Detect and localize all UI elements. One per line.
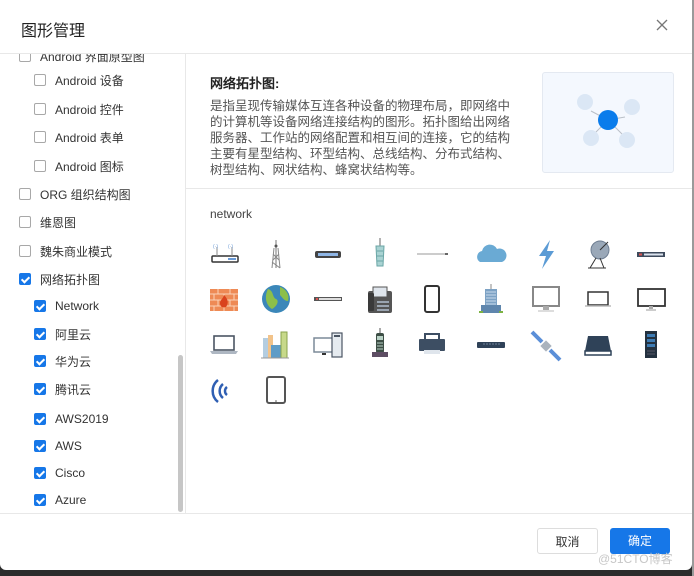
tree-item-checkbox[interactable] (19, 216, 31, 228)
office-building-icon[interactable] (471, 281, 511, 317)
tree-item[interactable]: Android 设备 (34, 70, 124, 90)
svg-text:(·): (·) (228, 244, 233, 250)
tree-item[interactable]: Cisco (34, 463, 85, 483)
tree-item-label: Network (55, 299, 100, 313)
tree-item-label: Azure (55, 493, 87, 507)
tree-item[interactable]: Azure (34, 490, 86, 510)
firewall-icon[interactable] (204, 281, 244, 317)
tree-item-checkbox[interactable] (34, 160, 46, 172)
printer-icon[interactable] (412, 326, 452, 362)
dialog-header: 图形管理 (0, 0, 692, 54)
tree-item[interactable]: AWS2019 (34, 409, 109, 429)
monitor-icon[interactable] (631, 281, 671, 317)
tree-item-label: AWS (55, 439, 82, 453)
network-topology-icon (577, 94, 640, 148)
tree-item-label: ORG 组织结构图 (40, 187, 131, 202)
tree-item-label: Android 图标 (55, 159, 124, 174)
tree-item[interactable]: 华为云 (34, 351, 91, 371)
laptop-screen-icon[interactable] (578, 281, 618, 317)
tree-item-label: 腾讯云 (55, 382, 92, 397)
tree-item[interactable]: Android 界面原型图 (19, 54, 145, 66)
smartphone-icon[interactable] (412, 281, 452, 317)
tree-item-checkbox[interactable] (34, 355, 46, 367)
category-tree: Android 界面原型图 Android 设备 Android 控件 Android… (0, 54, 186, 513)
tablet-icon[interactable] (256, 372, 296, 408)
wireless-router-icon[interactable]: (·) (·) (204, 236, 244, 272)
shapes-section-title: network (210, 207, 253, 221)
tree-item-checkbox[interactable] (34, 413, 46, 425)
tree-item[interactable]: Android 图标 (34, 156, 124, 176)
tree-item-label: Android 设备 (55, 73, 124, 88)
switch-icon[interactable] (631, 236, 671, 272)
category-preview (542, 72, 674, 173)
tree-item-label: Android 界面原型图 (40, 54, 145, 64)
svg-text:(·): (·) (213, 244, 218, 250)
tree-item[interactable]: 阿里云 (34, 324, 91, 344)
tree-item-label: 华为云 (55, 354, 92, 369)
modem-icon[interactable] (308, 236, 348, 272)
tree-item-checkbox[interactable] (34, 300, 46, 312)
cloud-icon[interactable] (471, 236, 511, 272)
tree-item[interactable]: Network (34, 296, 99, 316)
tree-item-checkbox[interactable] (34, 328, 46, 340)
server-rack-icon[interactable] (631, 326, 671, 362)
tree-item-label: 阿里云 (55, 327, 92, 342)
radio-tower-icon[interactable] (256, 236, 296, 272)
shape-manager-dialog: 图形管理 Android 界面原型图 Android 设备 Android 控件 An… (0, 0, 692, 570)
tree-scrollbar[interactable] (178, 355, 183, 512)
tree-item[interactable]: Android 表单 (34, 127, 124, 147)
tree-item-label: 网络拓扑图 (40, 272, 101, 287)
tree-item-checkbox[interactable] (34, 74, 46, 86)
tree-item-checkbox[interactable] (19, 273, 31, 285)
globe-icon[interactable] (256, 281, 296, 317)
imac-monitor-icon[interactable] (526, 281, 566, 317)
laptop-icon[interactable] (204, 326, 244, 362)
tree-item-checkbox[interactable] (34, 383, 46, 395)
tree-item-checkbox[interactable] (19, 54, 31, 62)
tree-item-label: Android 表单 (55, 130, 124, 145)
patch-panel-icon[interactable] (308, 281, 348, 317)
watermark: @51CTO博客 (598, 552, 673, 566)
dialog-title: 图形管理 (21, 23, 86, 40)
tree-item-checkbox[interactable] (34, 467, 46, 479)
tree-item-label: AWS2019 (55, 412, 109, 426)
tree-item[interactable]: 网络拓扑图 (19, 269, 100, 289)
tree-item-label: Cisco (55, 466, 86, 480)
category-title: 网络拓扑图: (210, 76, 280, 91)
lightning-icon[interactable] (526, 236, 566, 272)
desktop-pc-icon[interactable] (308, 326, 348, 362)
tree-item-checkbox[interactable] (19, 245, 31, 257)
category-description: 是指呈现传输媒体互连各种设备的物理布局，即网络中的计算机等设备网络连接结构的图形… (210, 99, 511, 177)
tree-item[interactable]: ORG 组织结构图 (19, 184, 131, 204)
scanner-icon[interactable] (578, 326, 618, 362)
tree-item-checkbox[interactable] (19, 188, 31, 200)
tree-item-label: 维恩图 (40, 215, 77, 230)
city-buildings-icon[interactable] (256, 326, 296, 362)
tree-item-label: 魏朱商业模式 (40, 244, 113, 259)
satellite-icon[interactable] (526, 326, 566, 362)
tree-item-checkbox[interactable] (34, 103, 46, 115)
dialog-footer: 取消 确定 (0, 513, 692, 570)
tree-item-checkbox[interactable] (34, 440, 46, 452)
category-info: 网络拓扑图: 是指呈现传输媒体互连各种设备的物理布局，即网络中的计算机等设备网络… (186, 54, 692, 189)
cancel-button[interactable]: 取消 (537, 528, 598, 554)
cordless-phone-icon[interactable] (360, 326, 400, 362)
tree-item[interactable]: 维恩图 (19, 212, 76, 232)
close-icon[interactable] (654, 17, 670, 33)
detail-panel: 网络拓扑图: 是指呈现传输媒体互连各种设备的物理布局，即网络中的计算机等设备网络… (186, 54, 692, 513)
cable-icon[interactable] (412, 236, 452, 272)
fax-phone-icon[interactable] (360, 281, 400, 317)
tree-item-checkbox[interactable] (34, 494, 46, 506)
wifi-signal-icon[interactable] (204, 372, 244, 408)
cell-tower-icon[interactable] (360, 236, 400, 272)
tree-item[interactable]: Android 控件 (34, 99, 124, 119)
tree-item[interactable]: 腾讯云 (34, 379, 91, 399)
tree-item-checkbox[interactable] (34, 131, 46, 143)
tree-item-label: Android 控件 (55, 102, 124, 117)
hub-icon[interactable] (471, 326, 511, 362)
satellite-dish-icon[interactable] (578, 236, 618, 272)
tree-item[interactable]: AWS (34, 436, 82, 456)
tree-item[interactable]: 魏朱商业模式 (19, 241, 112, 261)
